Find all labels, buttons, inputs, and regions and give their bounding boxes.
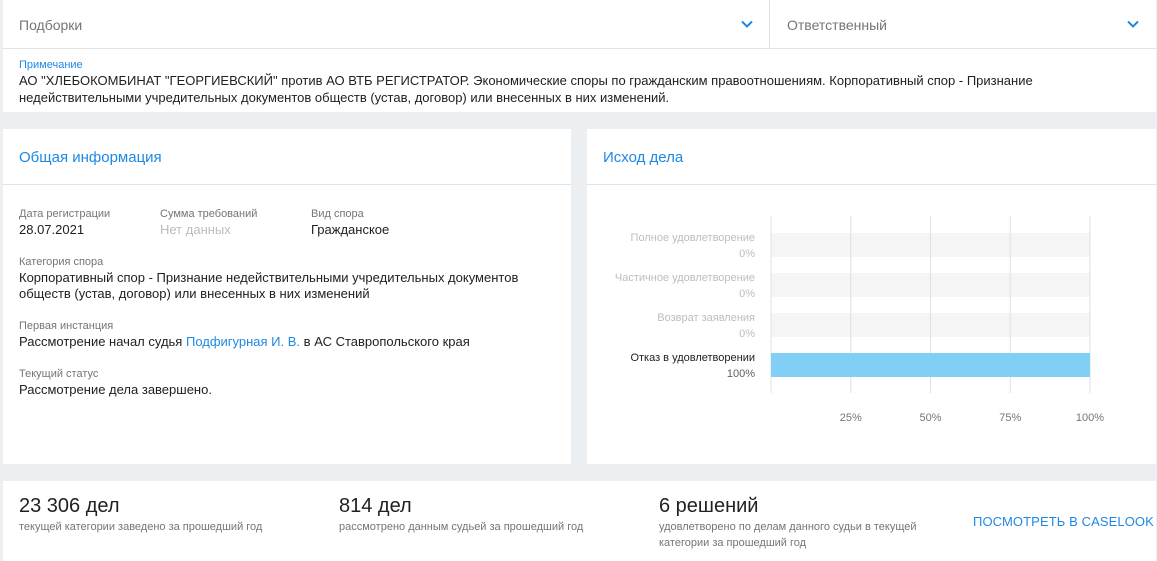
reg-date-label: Дата регистрации (19, 208, 111, 220)
caselook-link[interactable]: ПОСМОТРЕТЬ В CASELOOK (973, 514, 1154, 529)
status-label: Текущий статус (19, 368, 99, 380)
stat-number: 814 дел (339, 495, 412, 517)
value-label: 100% (727, 368, 755, 380)
note-label: Примечание (19, 59, 83, 71)
note-text: АО "ХЛЕБОКОМБИНАТ "ГЕОРГИЕВСКИЙ" против … (19, 73, 1033, 105)
stat-description: рассмотрено данным судьей за прошедший г… (339, 521, 584, 533)
general-info-card: Общая информация Дата регистрации 28.07.… (3, 129, 571, 464)
general-info-title: Общая информация (19, 149, 162, 166)
dispute-type-label: Вид спора (311, 208, 364, 220)
responsible-label: Ответственный (787, 16, 887, 33)
category-value: Корпоративный спор - Признание недействи… (19, 270, 519, 301)
category-label: Полное удовлетворение (631, 232, 755, 244)
chevron-down-icon[interactable] (1126, 17, 1140, 31)
value-label: 0% (739, 248, 755, 260)
outcome-chart: Полное удовлетворение 0% Частичное удовлет… (615, 216, 1104, 424)
stat-description: удовлетворено по делам данного судьи в т… (659, 521, 917, 549)
claim-sum-label: Сумма требований (160, 208, 258, 220)
x-tick-label: 100% (1076, 412, 1104, 424)
first-instance-value: Рассмотрение начал судья Подфигурная И. … (19, 334, 559, 350)
outcome-card: Исход дела Полное удовлетворение 0% Частич… (587, 129, 1156, 464)
dispute-type-value: Гражданское (311, 222, 390, 237)
status-value: Рассмотрение дела завершено. (19, 382, 212, 397)
category-label: Частичное удовлетворение (615, 272, 755, 284)
x-tick-label: 75% (999, 412, 1021, 424)
stat-number: 23 306 дел (19, 495, 120, 517)
divider (3, 48, 1156, 49)
responsible-dropdown[interactable]: Ответственный (771, 0, 1156, 49)
filters-panel: Подборки Ответственный Примечание АО "ХЛ… (3, 0, 1156, 112)
stat-number: 6 решений (659, 495, 759, 517)
value-label: 0% (739, 328, 755, 340)
first-instance-label: Первая инстанция (19, 320, 114, 332)
judge-link[interactable]: Подфигурная И. В. (186, 334, 300, 349)
reg-date-value: 28.07.2021 (19, 222, 85, 237)
stats-panel: 23 306 дел текущей категории заведено за… (3, 481, 1156, 561)
podborki-label: Подборки (19, 16, 83, 33)
category-label: Отказ в удовлетворении (630, 352, 755, 364)
bar (771, 353, 1090, 377)
x-tick-label: 25% (840, 412, 862, 424)
chevron-down-icon[interactable] (740, 17, 754, 31)
x-tick-label: 50% (919, 412, 941, 424)
category-label: Категория спора (19, 256, 104, 268)
claim-sum-value: Нет данных (160, 222, 231, 237)
podborki-dropdown[interactable]: Подборки (3, 0, 770, 49)
divider (3, 184, 571, 185)
stat-description: текущей категории заведено за прошедший … (19, 521, 263, 533)
first-instance-suffix: в АС Ставропольского края (303, 334, 470, 349)
value-label: 0% (739, 288, 755, 300)
category-label: Возврат заявления (657, 312, 755, 324)
first-instance-prefix: Рассмотрение начал судья (19, 334, 183, 349)
